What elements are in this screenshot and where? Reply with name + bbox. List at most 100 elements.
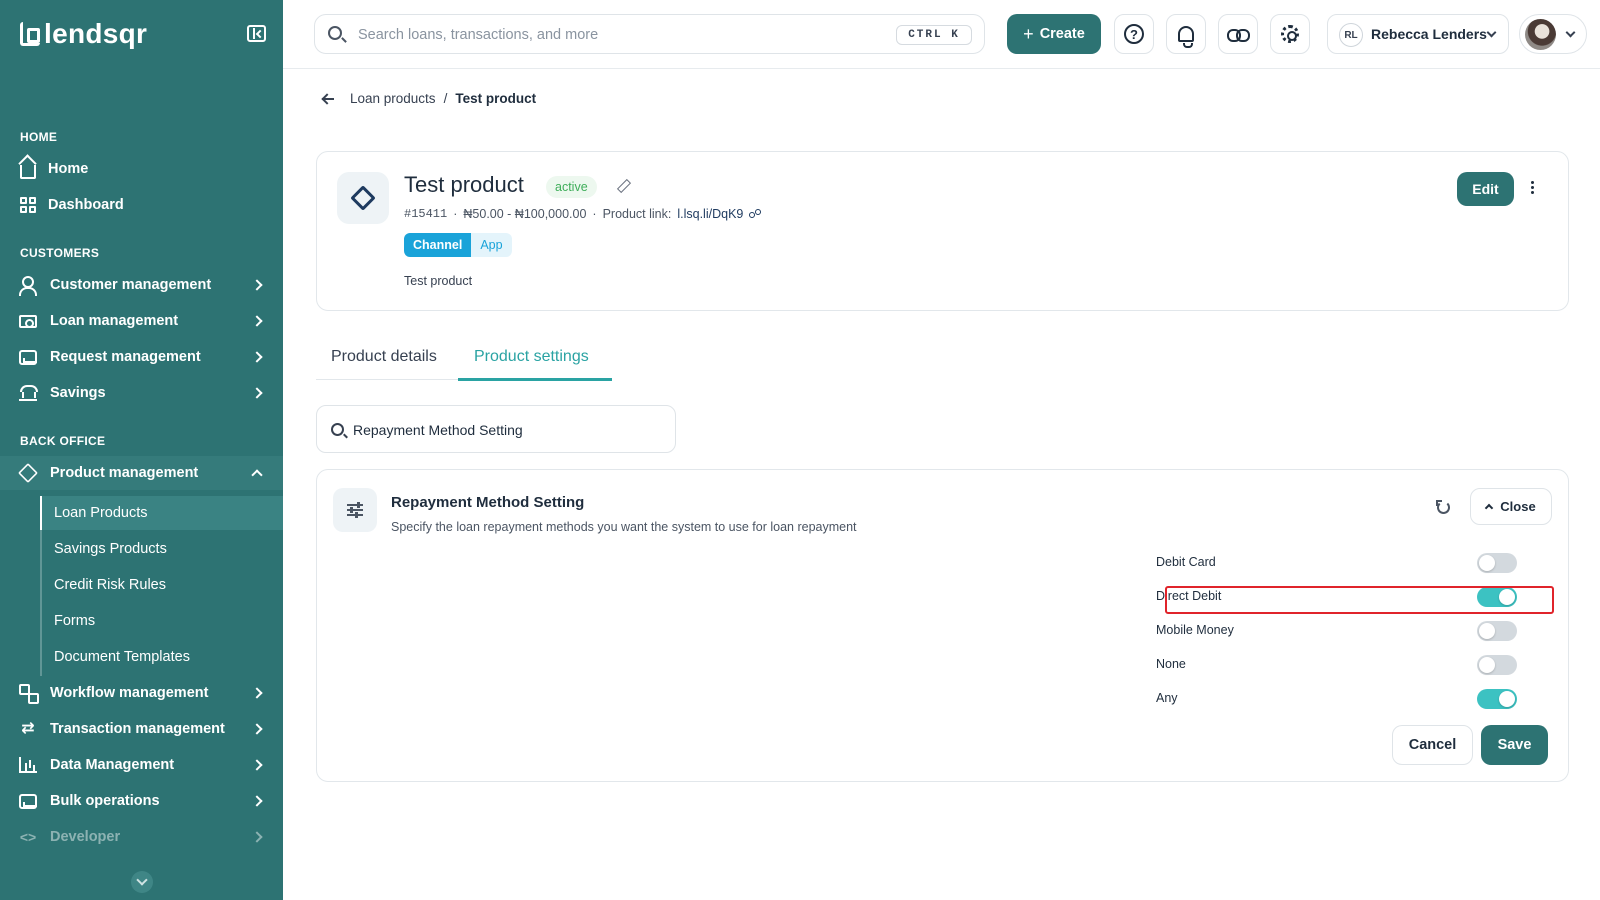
sidebar-item-product-management[interactable]: Product management — [0, 456, 283, 490]
sidebar-item-transaction-management[interactable]: ⇄ Transaction management — [0, 712, 283, 746]
breadcrumb-current: Test product — [455, 91, 537, 106]
bar-chart-icon — [18, 755, 38, 775]
account-initials: RL — [1339, 23, 1363, 47]
more-options-icon[interactable] — [1531, 181, 1535, 197]
back-arrow-icon[interactable] — [322, 92, 336, 106]
channel-tag-label: Channel — [404, 233, 472, 257]
sidebar-subitem-forms[interactable]: Forms — [42, 604, 283, 638]
settings-button[interactable] — [1270, 14, 1310, 54]
setting-description: Specify the loan repayment methods you w… — [391, 520, 857, 534]
chevron-down-icon — [1565, 27, 1576, 38]
sidebar-subitem-savings-products[interactable]: Savings Products — [42, 532, 283, 566]
option-row-none: None — [1150, 651, 1540, 679]
sidebar-item-data-management[interactable]: Data Management — [0, 748, 283, 782]
status-badge: active — [546, 176, 597, 198]
sliders-icon — [333, 488, 377, 532]
product-amount-range: ₦50.00 - ₦100,000.00 — [463, 207, 587, 221]
settings-search-input[interactable] — [353, 420, 653, 440]
toggle-mobile-money[interactable] — [1477, 621, 1517, 641]
sidebar-subitem-document-templates[interactable]: Document Templates — [42, 640, 283, 674]
section-label-home: HOME — [20, 130, 58, 144]
repayment-method-setting-card: Repayment Method Setting Specify the loa… — [316, 469, 1569, 782]
tab-product-details[interactable]: Product details — [331, 348, 437, 366]
chevron-right-icon — [251, 687, 263, 699]
sidebar-item-workflow-management[interactable]: Workflow management — [0, 676, 283, 710]
chevron-right-icon — [251, 315, 263, 327]
links-button[interactable] — [1218, 14, 1258, 54]
sidebar-subitem-credit-risk-rules[interactable]: Credit Risk Rules — [42, 568, 283, 602]
sidebar-item-bulk-operations[interactable]: Bulk operations — [0, 784, 283, 818]
sidebar-subitem-loan-products[interactable]: Loan Products — [40, 496, 283, 530]
product-description: Test product — [404, 274, 473, 288]
sidebar-scroll-down-icon[interactable] — [131, 871, 153, 893]
chevron-down-icon — [1486, 27, 1497, 38]
chevron-right-icon — [251, 351, 263, 363]
sidebar-item-label: Loan management — [50, 313, 179, 329]
chevron-right-icon — [251, 387, 263, 399]
sidebar-item-label: Transaction management — [50, 721, 225, 737]
sidebar-item-dashboard[interactable]: Dashboard — [0, 188, 283, 222]
product-link[interactable]: l.lsq.li/DqK9 — [677, 207, 743, 221]
sidebar-item-label: Bulk operations — [50, 793, 160, 809]
brand-name: lendsqr — [44, 18, 148, 49]
search-icon — [328, 26, 342, 40]
create-button-label: Create — [1039, 26, 1085, 42]
save-button[interactable]: Save — [1481, 725, 1548, 765]
sidebar-item-label: Request management — [50, 349, 201, 365]
close-button-label: Close — [1500, 499, 1536, 514]
chevron-right-icon — [251, 759, 263, 771]
active-tab-indicator — [458, 378, 612, 381]
sidebar-item-developer[interactable]: <> Developer — [0, 820, 283, 854]
sidebar: lendsqr HOME Home Dashboard CUSTOMERS Cu… — [0, 0, 283, 900]
settings-search — [316, 405, 676, 453]
toggle-none[interactable] — [1477, 655, 1517, 675]
option-row-direct-debit: Direct Debit — [1150, 583, 1540, 611]
option-row-any: Any — [1150, 685, 1540, 713]
sidebar-item-label: Home — [48, 161, 89, 177]
lendsqr-logo-icon — [20, 22, 40, 46]
toggle-debit-card[interactable] — [1477, 553, 1517, 573]
sidebar-item-label: Savings — [50, 385, 106, 401]
user-menu[interactable] — [1519, 14, 1587, 54]
reset-icon[interactable] — [1436, 500, 1450, 514]
create-button[interactable]: + Create — [1007, 14, 1101, 54]
cube-icon — [18, 463, 38, 483]
global-search-input[interactable] — [358, 24, 858, 46]
sidebar-item-loan-management[interactable]: Loan management — [0, 304, 283, 338]
search-shortcut-badge: CTRL K — [896, 25, 972, 45]
toggle-any[interactable] — [1477, 689, 1517, 709]
chevron-right-icon — [251, 279, 263, 291]
tab-product-settings[interactable]: Product settings — [474, 348, 589, 366]
edit-button[interactable]: Edit — [1457, 172, 1514, 206]
users-icon — [18, 275, 38, 296]
notifications-button[interactable] — [1166, 14, 1206, 54]
edit-pencil-icon[interactable] — [615, 179, 629, 193]
product-summary-card: Test product active #15411 · ₦50.00 - ₦1… — [316, 151, 1569, 311]
workflow-icon — [18, 683, 39, 704]
product-id: #15411 — [404, 207, 448, 221]
sidebar-collapse-icon[interactable] — [247, 25, 266, 42]
global-search: CTRL K — [314, 14, 985, 54]
cancel-button[interactable]: Cancel — [1392, 725, 1473, 765]
bell-icon — [1178, 26, 1194, 48]
close-button[interactable]: Close — [1470, 488, 1552, 525]
sidebar-item-label: Product management — [50, 465, 199, 481]
breadcrumb-parent[interactable]: Loan products — [350, 91, 436, 106]
search-icon — [331, 423, 344, 436]
sidebar-item-customer-management[interactable]: Customer management — [0, 268, 283, 302]
toggle-direct-debit[interactable] — [1477, 587, 1517, 607]
code-icon: <> — [19, 829, 37, 845]
share-icon[interactable] — [749, 208, 762, 220]
sidebar-item-home[interactable]: Home — [0, 152, 283, 186]
help-button[interactable]: ? — [1114, 14, 1154, 54]
sidebar-item-label: Dashboard — [48, 197, 124, 213]
channel-tag: Channel App — [404, 233, 512, 257]
brand-logo[interactable]: lendsqr — [20, 18, 147, 50]
option-label: Debit Card — [1156, 555, 1216, 569]
bank-icon — [18, 383, 38, 403]
page-title: Test product — [404, 172, 524, 197]
sidebar-item-request-management[interactable]: Request management — [0, 340, 283, 374]
sidebar-item-savings[interactable]: Savings — [0, 376, 283, 410]
account-switcher[interactable]: RL Rebecca Lenders — [1327, 14, 1509, 54]
chevron-right-icon — [251, 723, 263, 735]
